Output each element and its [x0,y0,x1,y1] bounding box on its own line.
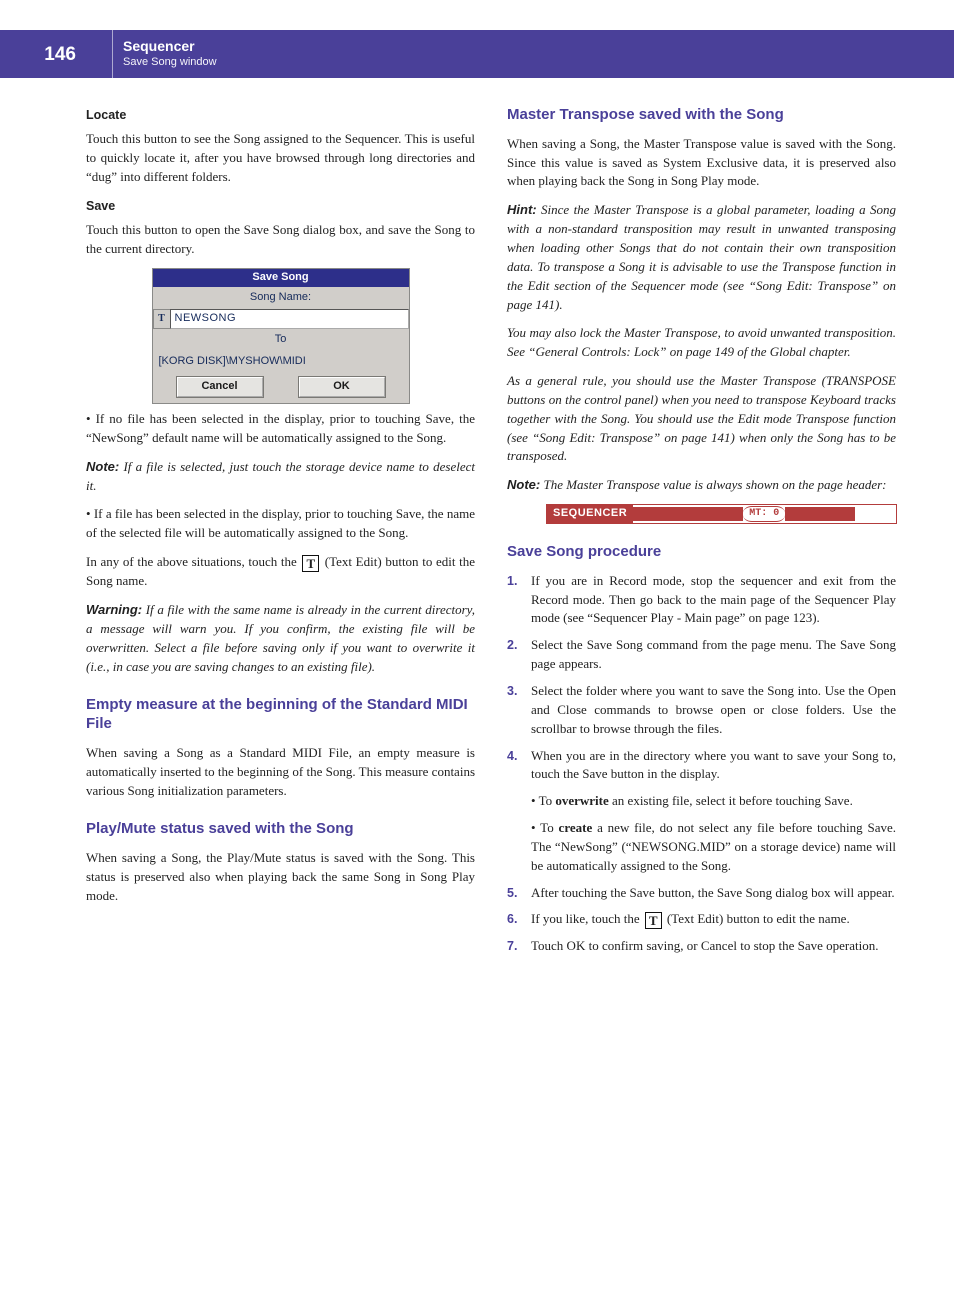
step-7: Touch OK to confirm saving, or Cancel to… [507,937,896,956]
step-6: If you like, touch the T (Text Edit) but… [507,910,896,929]
step-3: Select the folder where you want to save… [507,682,896,739]
step-1: If you are in Record mode, stop the sequ… [507,572,896,629]
text-edit-icon[interactable]: T [153,309,170,329]
page-header: 146 Sequencer Save Song window [0,30,954,78]
dialog-path: [KORG DISK]\MYSHOW\MIDI [153,351,409,373]
procedure-list: If you are in Record mode, stop the sequ… [507,572,896,957]
locate-paragraph: Touch this button to see the Song assign… [86,130,475,187]
save-song-dialog: Save Song Song Name: T NEWSONG To [KORG … [152,268,410,404]
dialog-song-name-label: Song Name: [153,287,409,309]
save-heading: Save [86,197,475,215]
step-2: Select the Save Song command from the pa… [507,636,896,674]
empty-measure-paragraph: When saving a Song as a Standard MIDI Fi… [86,744,475,801]
master-transpose-heading: Master Transpose saved with the Song [507,106,896,125]
step-4-overwrite: • To overwrite an existing file, select … [531,792,896,811]
page-number: 146 [44,39,82,69]
note-label: Note: [86,459,119,474]
hint-label: Hint: [507,202,537,217]
bullet-no-file: • If no file has been selected in the di… [86,410,475,448]
dialog-to-label: To [153,329,409,351]
step-4-create: • To create a new file, do not select an… [531,819,896,876]
top-margin [0,0,954,30]
text-edit-icon[interactable]: T [645,912,662,929]
mt-hint-1: Hint: Since the Master Transpose is a gl… [507,201,896,314]
step-5: After touching the Save button, the Save… [507,884,896,903]
dialog-title: Save Song [153,269,409,287]
header-subtitle: Save Song window [123,55,217,69]
banner-sequencer-label: SEQUENCER [547,505,633,523]
save-paragraph: Touch this button to open the Save Song … [86,221,475,259]
left-column: Locate Touch this button to see the Song… [86,106,475,964]
sequencer-header-banner: SEQUENCER MT: 0 [547,505,896,523]
warning-paragraph: Warning: If a file with the same name is… [86,601,475,676]
step-4: When you are in the directory where you … [507,747,896,876]
bullet-file-selected: • If a file has been selected in the dis… [86,505,475,543]
banner-mt-badge: MT: 0 [743,506,785,523]
empty-measure-heading: Empty measure at the beginning of the St… [86,696,475,734]
locate-heading: Locate [86,106,475,124]
note-deselect: Note: If a file is selected, just touch … [86,458,475,496]
header-title: Sequencer [123,38,217,55]
ok-button[interactable]: OK [299,377,385,397]
play-mute-heading: Play/Mute status saved with the Song [86,820,475,839]
text-edit-paragraph: In any of the above situations, touch th… [86,553,475,591]
right-column: Master Transpose saved with the Song Whe… [507,106,896,964]
play-mute-paragraph: When saving a Song, the Play/Mute status… [86,849,475,906]
song-name-input[interactable]: NEWSONG [170,309,409,329]
warning-label: Warning: [86,602,142,617]
save-song-procedure-heading: Save Song procedure [507,543,896,562]
mt-hint-3: As a general rule, you should use the Ma… [507,372,896,466]
note-label: Note: [507,477,540,492]
mt-hint-2: You may also lock the Master Transpose, … [507,324,896,362]
mt-note: Note: The Master Transpose value is alwa… [507,476,896,495]
text-edit-icon[interactable]: T [302,555,319,572]
cancel-button[interactable]: Cancel [177,377,263,397]
mt-paragraph-1: When saving a Song, the Master Transpose… [507,135,896,192]
